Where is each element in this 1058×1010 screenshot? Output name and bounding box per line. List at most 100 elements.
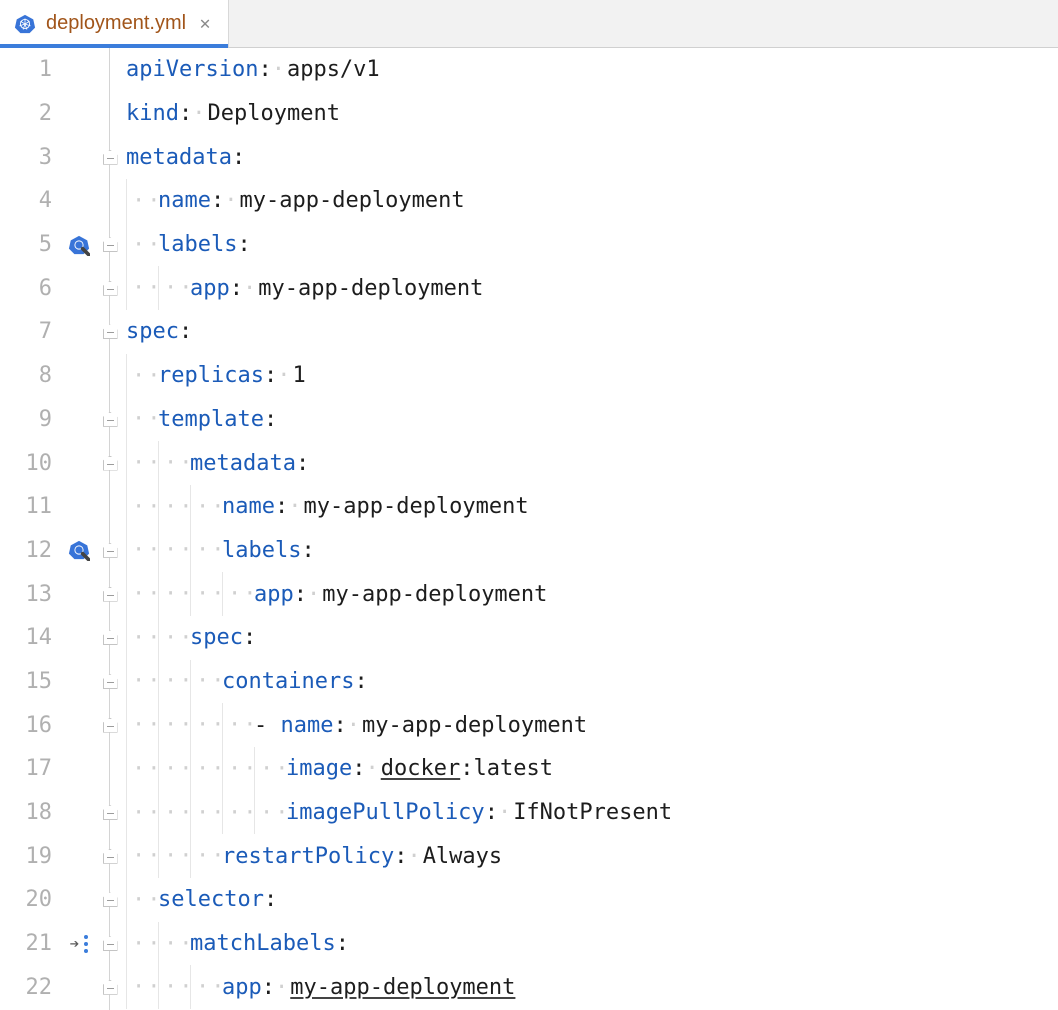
fold-handle-icon[interactable] [103,281,118,296]
yaml-key: selector [158,887,264,912]
fold-row [100,179,120,223]
yaml-colon: : [264,887,277,912]
code-line[interactable]: ····app:·my-app-deployment [126,266,1058,310]
line-number: 8 [22,363,52,388]
gutter-row: 21➔ [0,922,100,966]
code-line[interactable]: ··name:·my-app-deployment [126,179,1058,223]
line-number: 13 [22,582,52,607]
indent-guide: ·· [254,791,286,835]
code-line[interactable]: ··selector: [126,878,1058,922]
yaml-key: restartPolicy [222,844,394,869]
fold-handle-icon[interactable] [103,456,118,471]
code-line[interactable]: apiVersion:·apps/v1 [126,48,1058,92]
code-editor[interactable]: 123456789101112131415161718192021➔22 api… [0,48,1058,1010]
indent-guide: ·· [126,965,158,1009]
line-number: 12 [22,538,52,563]
code-line[interactable]: ····matchLabels: [126,922,1058,966]
kubernetes-apply-icon[interactable] [66,537,92,563]
code-line[interactable]: ········app:·my-app-deployment [126,572,1058,616]
fold-row [100,48,120,92]
code-line[interactable]: ··········imagePullPolicy:·IfNotPresent [126,791,1058,835]
fold-handle-icon[interactable] [103,412,118,427]
fold-handle-icon[interactable] [103,674,118,689]
line-number: 14 [22,625,52,650]
code-line[interactable]: ······app:·my-app-deployment [126,965,1058,1009]
fold-handle-icon[interactable] [103,892,118,907]
yaml-colon: : [262,975,275,1000]
fold-handle-icon[interactable] [103,587,118,602]
indent-guide: ·· [190,703,222,747]
indent-guide: ·· [190,660,222,704]
gutter-row: 6 [0,266,100,310]
code-line[interactable]: metadata: [126,135,1058,179]
yaml-key: app [190,276,230,301]
fold-handle-icon[interactable] [103,805,118,820]
kubernetes-apply-icon[interactable] [66,232,92,258]
code-line[interactable]: ··labels: [126,223,1058,267]
fold-row [100,922,120,966]
line-number: 6 [22,276,52,301]
whitespace: · [288,494,303,519]
file-tab[interactable]: deployment.yml ✕ [0,0,229,47]
line-number: 4 [22,188,52,213]
fold-handle-icon[interactable] [103,849,118,864]
gutter-row: 8 [0,354,100,398]
code-line[interactable]: ····metadata: [126,441,1058,485]
file-tab-label: deployment.yml [46,12,186,35]
gutter-row: 12 [0,529,100,573]
fold-handle-icon[interactable] [103,630,118,645]
code-line[interactable]: ········- name:·my-app-deployment [126,703,1058,747]
line-number: 1 [22,57,52,82]
fold-handle-icon[interactable] [103,543,118,558]
fold-row [100,485,120,529]
code-line[interactable]: ··template: [126,398,1058,442]
line-number: 19 [22,844,52,869]
yaml-key: metadata [190,451,296,476]
indent-guide: ·· [126,616,158,660]
code-line[interactable]: kind:·Deployment [126,92,1058,136]
fold-handle-icon[interactable] [103,980,118,995]
fold-handle-icon[interactable] [103,150,118,165]
code-line[interactable]: ······name:·my-app-deployment [126,485,1058,529]
line-number-gutter: 123456789101112131415161718192021➔22 [0,48,100,1010]
indent-guide: ·· [126,354,158,398]
code-area[interactable]: apiVersion:·apps/v1kind:·Deploymentmetad… [120,48,1058,1010]
code-line[interactable]: ······restartPolicy:·Always [126,834,1058,878]
indent-guide: ·· [190,747,222,791]
fold-row [100,660,120,704]
gutter-row: 7 [0,310,100,354]
yaml-colon: : [264,407,277,432]
line-number: 17 [22,756,52,781]
code-line[interactable]: ····spec: [126,616,1058,660]
line-number: 22 [22,975,52,1000]
yaml-key: apiVersion [126,57,258,82]
code-line[interactable]: ··replicas:·1 [126,354,1058,398]
gutter-row: 22 [0,965,100,1009]
indent-guide: ·· [158,965,190,1009]
yaml-key: labels [158,232,237,257]
code-line[interactable]: ······labels: [126,529,1058,573]
fold-handle-icon[interactable] [103,237,118,252]
fold-row [100,398,120,442]
indent-guide: ·· [158,441,190,485]
gutter-row: 3 [0,135,100,179]
yaml-key: metadata [126,145,232,170]
close-tab-icon[interactable]: ✕ [196,15,214,33]
change-marker-icon[interactable]: ➔ [66,931,92,957]
indent-guide: ·· [126,572,158,616]
code-line[interactable]: ··········image:·docker:latest [126,747,1058,791]
fold-handle-icon[interactable] [103,718,118,733]
yaml-key: name [222,494,275,519]
yaml-key: image [286,756,352,781]
gutter-row: 10 [0,441,100,485]
fold-handle-icon[interactable] [103,324,118,339]
yaml-colon: : [275,494,288,519]
gutter-row: 18 [0,791,100,835]
line-number: 2 [22,101,52,126]
indent-guide: ·· [254,747,286,791]
code-line[interactable]: ······containers: [126,660,1058,704]
fold-handle-icon[interactable] [103,936,118,951]
code-line[interactable]: spec: [126,310,1058,354]
fold-row [100,616,120,660]
yaml-colon: : [394,844,407,869]
